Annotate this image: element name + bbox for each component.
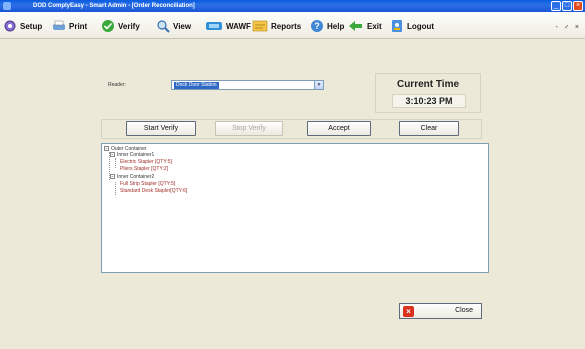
toolbar-view[interactable]: View [156,18,191,34]
chevron-down-icon[interactable]: ▼ [314,81,323,89]
setup-icon [3,19,17,33]
toolbar-logout-label: Logout [407,21,435,31]
tree-node-inner-container2[interactable]: − Inner Container2 [110,174,154,180]
window-title: DOD ComplyEasy - Smart Admin - [Order Re… [33,3,195,9]
clear-button[interactable]: Clear [399,121,459,136]
tree-leaf-item[interactable]: Standard Desk Stapler[QTY:6] [120,188,187,194]
toolbar-setup-label: Setup [20,21,43,31]
window-controls: _ □ × [551,1,583,11]
main-toolbar: Setup Print Verify View WAWF Reports ? H… [0,12,585,39]
toolbar-view-label: View [173,21,192,31]
collapse-icon[interactable]: − [110,152,115,158]
collapse-icon[interactable]: − [104,146,109,152]
title-bar: DOD ComplyEasy - Smart Admin - [Order Re… [0,0,585,12]
start-verify-button[interactable]: Start Verify [126,121,196,136]
container-tree-view[interactable]: − Outer Container − Inner Container1 Elect… [101,143,489,273]
toolbar-reports[interactable]: Reports [252,18,301,34]
verify-icon [101,19,115,33]
tree-node-inner-container1[interactable]: − Inner Container1 [110,152,154,158]
exit-icon [348,19,364,33]
tree-leaf-item[interactable]: Electric Stapler [QTY:5] [120,159,172,165]
view-icon [156,19,170,33]
minimize-button[interactable]: _ [551,1,561,11]
tree-node-label: Inner Container1 [117,152,155,158]
toolbar-exit[interactable]: Exit [348,18,382,34]
close-icon: × [403,306,414,317]
tree-leaf-item[interactable]: Pliers Stapler [QTY:2] [120,166,168,172]
maximize-button[interactable]: □ [562,1,572,11]
current-time-title: Current Time [396,79,460,90]
mdi-window-controls[interactable]: - ♂ × [555,24,581,31]
wawf-icon [205,19,223,33]
toolbar-logout[interactable]: Logout [390,18,434,34]
toolbar-help-label: Help [327,21,345,31]
current-time-value: 3:10:23 PM [392,94,466,108]
app-icon [3,2,11,10]
toolbar-wawf-label: WAWF [226,21,251,31]
toolbar-help[interactable]: ? Help [310,18,344,34]
help-icon: ? [310,19,324,33]
window-close-button[interactable]: × [573,1,583,11]
toolbar-reports-label: Reports [271,21,302,31]
reports-icon [252,19,268,33]
toolbar-verify[interactable]: Verify [101,18,140,34]
reader-select[interactable]: Dock Door Station ▼ [171,80,324,90]
accept-button[interactable]: Accept [307,121,371,136]
toolbar-exit-label: Exit [367,21,382,31]
toolbar-print-label: Print [69,21,88,31]
svg-text:?: ? [314,21,320,31]
toolbar-wawf[interactable]: WAWF [205,18,251,34]
stop-verify-button[interactable]: Stop Verify [215,121,283,136]
close-button[interactable]: × Close [399,303,482,319]
toolbar-setup[interactable]: Setup [3,18,42,34]
tree-leaf-item[interactable]: Full Strip Stapler [QTY:5] [120,181,175,187]
toolbar-print[interactable]: Print [52,18,87,34]
reader-label: Reader: [108,82,126,88]
collapse-icon[interactable]: − [110,174,115,180]
close-button-label: Close [455,307,473,314]
reader-selected-value: Dock Door Station [174,82,219,89]
print-icon [52,19,66,33]
toolbar-verify-label: Verify [118,21,140,31]
tree-node-label: Inner Container2 [117,174,155,180]
logout-icon [390,19,404,33]
current-time-panel: Current Time 3:10:23 PM [375,73,481,113]
